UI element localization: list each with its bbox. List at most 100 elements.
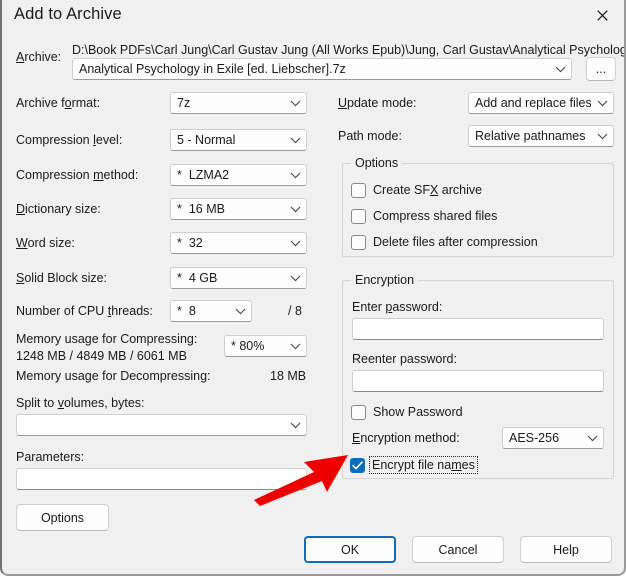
- chevron-down-icon: [591, 133, 613, 140]
- page-title: Add to Archive: [14, 5, 122, 23]
- checkbox-label: Compress shared files: [373, 209, 498, 223]
- memory-decompress-label: Memory usage for Decompressing:: [16, 369, 211, 383]
- word-size-text: 32: [188, 236, 203, 250]
- checkbox-delete-files-after-compression[interactable]: Delete files after compression: [351, 234, 540, 250]
- parameters-label: Parameters:: [16, 450, 85, 464]
- checkbox-create-sfx-archive[interactable]: Create SFX archive: [351, 182, 484, 198]
- modified-marker: *: [177, 304, 182, 318]
- chevron-down-icon: [284, 206, 306, 213]
- enter-password-input[interactable]: [352, 318, 604, 340]
- browse-button[interactable]: ...: [586, 57, 616, 81]
- update-mode-value: Add and replace files: [475, 96, 591, 110]
- cpu-threads-text: 8: [188, 304, 196, 318]
- reenter-password-input[interactable]: [352, 370, 604, 392]
- options-button-label: Options: [40, 510, 85, 525]
- checkbox-label: Delete files after compression: [373, 235, 538, 249]
- checkbox-encrypt-file-names[interactable]: Encrypt file names: [350, 456, 478, 474]
- enter-password-label: Enter password:: [352, 300, 443, 314]
- memory-percent-combo[interactable]: * 80%: [224, 335, 307, 357]
- archive-label: Archive:: [16, 50, 62, 64]
- chevron-down-icon: [284, 172, 306, 179]
- compression-method-value: * LZMA2: [171, 168, 284, 182]
- chevron-down-icon: [284, 422, 306, 429]
- options-button[interactable]: Options: [16, 504, 109, 531]
- modified-marker: *: [177, 271, 182, 285]
- archive-name-combo[interactable]: Analytical Psychology in Exile [ed. Lieb…: [72, 58, 572, 80]
- path-mode-label: Path mode:: [338, 129, 402, 143]
- compression-method-text: LZMA2: [188, 168, 230, 182]
- encryption-method-value: AES-256: [509, 431, 560, 445]
- checkbox-compress-shared-files[interactable]: Compress shared files: [351, 208, 499, 224]
- parameters-input[interactable]: [16, 468, 307, 490]
- cancel-button[interactable]: Cancel: [412, 536, 504, 563]
- checkbox-label: Show Password: [373, 405, 463, 419]
- memory-percent-text: 80%: [239, 339, 265, 353]
- add-to-archive-dialog: Add to Archive Archive: D:\Book PDFs\Car…: [0, 0, 626, 576]
- word-size-combo[interactable]: * 32: [170, 232, 307, 254]
- dictionary-size-combo[interactable]: * 16 MB: [170, 198, 307, 220]
- chevron-down-icon: [549, 66, 571, 73]
- split-volumes-combo[interactable]: [16, 414, 307, 436]
- solid-block-size-text: 4 GB: [188, 271, 218, 285]
- dictionary-size-value: * 16 MB: [171, 202, 284, 216]
- memory-compress-values: 1248 MB / 4849 MB / 6061 MB: [16, 349, 187, 363]
- solid-block-size-value: * 4 GB: [171, 271, 284, 285]
- reenter-password-label: Reenter password:: [352, 352, 457, 366]
- word-size-value: * 32: [171, 236, 284, 250]
- archive-name-value: Analytical Psychology in Exile [ed. Lieb…: [79, 62, 346, 76]
- compression-level-value: 5 - Normal: [177, 133, 236, 147]
- cpu-threads-label: Number of CPU threads:: [16, 304, 153, 318]
- ok-button[interactable]: OK: [304, 536, 396, 563]
- modified-marker: *: [177, 168, 182, 182]
- encryption-group-title: Encryption: [351, 273, 419, 287]
- chevron-down-icon: [284, 343, 306, 350]
- help-button-label: Help: [553, 542, 579, 557]
- close-icon[interactable]: [580, 0, 624, 31]
- update-mode-combo[interactable]: Add and replace files: [468, 92, 614, 114]
- dictionary-size-label: Dictionary size:: [16, 202, 101, 216]
- chevron-down-icon: [284, 137, 306, 144]
- archive-format-combo[interactable]: 7z: [170, 92, 307, 114]
- update-mode-label: Update mode:: [338, 96, 417, 110]
- archive-path-text: D:\Book PDFs\Carl Jung\Carl Gustav Jung …: [72, 43, 624, 57]
- chevron-down-icon: [284, 275, 306, 282]
- archive-format-value: 7z: [177, 96, 191, 110]
- archive-format-label: Archive format:: [16, 96, 101, 110]
- checkbox-box: [351, 404, 366, 420]
- modified-marker: *: [177, 236, 182, 250]
- memory-decompress-value: 18 MB: [270, 369, 307, 383]
- modified-marker: *: [231, 339, 236, 353]
- memory-compress-label: Memory usage for Compressing:: [16, 332, 198, 346]
- dictionary-size-text: 16 MB: [188, 202, 225, 216]
- path-mode-value: Relative pathnames: [475, 129, 586, 143]
- cpu-threads-total: / 8: [288, 304, 302, 318]
- memory-percent-value: * 80%: [225, 339, 284, 353]
- checkbox-label: Encrypt file names: [369, 456, 478, 474]
- solid-block-size-label: Solid Block size:: [16, 271, 108, 285]
- checkbox-box: [351, 234, 366, 250]
- chevron-down-icon: [284, 240, 306, 247]
- options-group-title: Options: [351, 156, 403, 170]
- chevron-down-icon: [581, 435, 603, 442]
- encryption-method-label: Encryption method:: [352, 431, 460, 445]
- cancel-button-label: Cancel: [438, 542, 478, 557]
- cpu-threads-combo[interactable]: * 8: [170, 300, 252, 322]
- checkbox-show-password[interactable]: Show Password: [351, 404, 465, 420]
- word-size-label: Word size:: [16, 236, 75, 250]
- compression-level-label: Compression level:: [16, 133, 123, 147]
- help-button[interactable]: Help: [520, 536, 612, 563]
- path-mode-combo[interactable]: Relative pathnames: [468, 125, 614, 147]
- checkbox-box: [350, 457, 365, 473]
- title-bar: Add to Archive: [2, 0, 624, 33]
- browse-button-label: ...: [595, 62, 607, 76]
- compression-method-combo[interactable]: * LZMA2: [170, 164, 307, 186]
- chevron-down-icon: [591, 100, 613, 107]
- cpu-threads-value: * 8: [171, 304, 229, 318]
- compression-level-combo[interactable]: 5 - Normal: [170, 129, 307, 151]
- encryption-method-combo[interactable]: AES-256: [502, 427, 604, 449]
- chevron-down-icon: [229, 308, 251, 315]
- checkbox-label: Create SFX archive: [373, 183, 483, 197]
- solid-block-size-combo[interactable]: * 4 GB: [170, 267, 307, 289]
- compression-method-label: Compression method:: [16, 168, 139, 182]
- split-volumes-label: Split to volumes, bytes:: [16, 396, 145, 410]
